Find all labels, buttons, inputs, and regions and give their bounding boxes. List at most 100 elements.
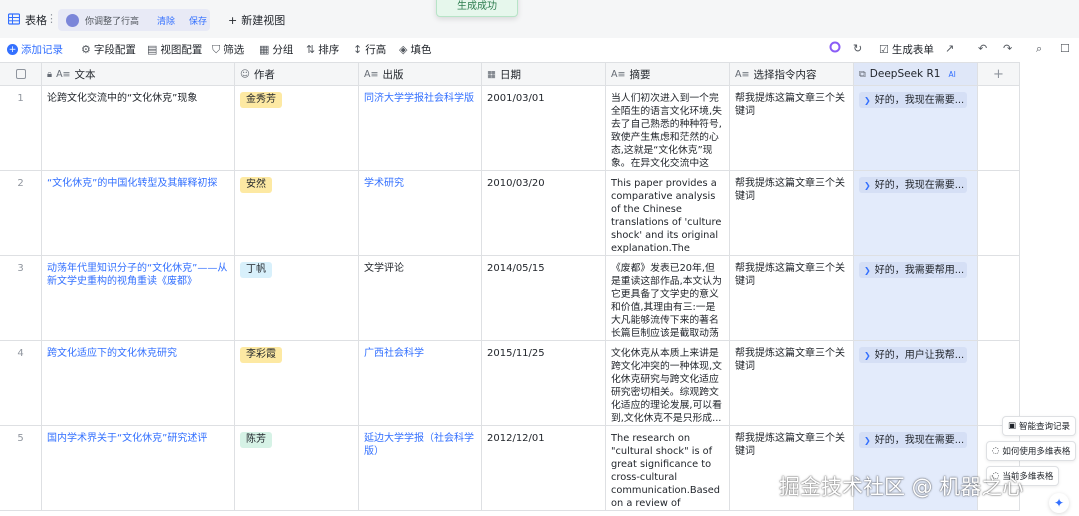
cell-ai[interactable]: ❯ 好的，我需要帮用... bbox=[854, 256, 978, 341]
cell-num[interactable]: 4 bbox=[0, 341, 42, 426]
ai-assistant-icon[interactable] bbox=[829, 41, 841, 56]
cell-publisher[interactable]: 文学评论 bbox=[359, 256, 482, 341]
group-button[interactable]: ▦ 分组 bbox=[259, 42, 293, 57]
add-record-button[interactable]: + 添加记录 bbox=[7, 42, 63, 57]
cell-instruction[interactable]: 帮我提炼这篇文章三个关键词 bbox=[730, 256, 854, 341]
cell-summary[interactable]: 当人们初次进入到一个完全陌生的语言文化环境,失去了自己熟悉的种种符号,致使产生焦… bbox=[606, 86, 730, 171]
change-message: 你调整了行高 bbox=[85, 16, 140, 27]
watermark: 掘金技术社区 @ 机器之心 bbox=[779, 475, 1024, 499]
ai-output-chip[interactable]: ❯ 好的，我需要帮用... bbox=[859, 262, 967, 278]
fill-color-button[interactable]: ◈ 填色 bbox=[399, 42, 431, 57]
ai-output-chip[interactable]: ❯ 好的，我现在需要... bbox=[859, 177, 967, 193]
paint-bucket-icon: ◈ bbox=[399, 43, 408, 56]
cell-title[interactable]: 跨文化适应下的文化休克研究 bbox=[42, 341, 235, 426]
cell-publisher[interactable]: 学术研究 bbox=[359, 171, 482, 256]
ai-output-chip[interactable]: ❯ 好的，我现在需要... bbox=[859, 92, 967, 108]
column-header-author[interactable]: ☺ 作者 bbox=[235, 62, 359, 86]
cell-author[interactable]: 陈芳 bbox=[235, 426, 359, 511]
cell-ai[interactable]: ❯ 好的，我现在需要... bbox=[854, 171, 978, 256]
filter-button[interactable]: ⛉ 筛选 bbox=[212, 42, 244, 57]
cell-ai[interactable]: ❯ 好的，用户让我帮... bbox=[854, 341, 978, 426]
sort-button[interactable]: ⇅ 排序 bbox=[306, 42, 339, 57]
cell-date[interactable]: 2014/05/15 bbox=[482, 256, 606, 341]
field-config-button[interactable]: ⚙ 字段配置 bbox=[81, 42, 136, 57]
row-height-button[interactable]: ↕ 行高 bbox=[353, 42, 386, 57]
summary-value: This paper provides a comparative analys… bbox=[611, 178, 722, 254]
new-view-button[interactable]: + 新建视图 bbox=[228, 12, 285, 28]
cell-instruction[interactable]: 帮我提炼这篇文章三个关键词 bbox=[730, 341, 854, 426]
sparkle-icon[interactable]: ✦ bbox=[1049, 493, 1069, 513]
cell-author[interactable]: 安然 bbox=[235, 171, 359, 256]
search-icon[interactable]: ⌕ bbox=[1036, 42, 1042, 56]
cell-summary[interactable]: 《废都》发表已20年,但是重读这部作品,本文认为它更具备了文学史的意义和价值,其… bbox=[606, 256, 730, 341]
cell-publisher[interactable]: 延边大学学报（社会科学版） bbox=[359, 426, 482, 511]
author-tag: 李彩霞 bbox=[240, 347, 282, 363]
more-icon[interactable]: ⋮ bbox=[46, 12, 57, 25]
cell-num[interactable]: 3 bbox=[0, 256, 42, 341]
cell-date[interactable]: 2015/11/25 bbox=[482, 341, 606, 426]
ai-output-icon: ❯ bbox=[864, 435, 871, 445]
column-header-publisher[interactable]: A≡ 出版 bbox=[359, 62, 482, 86]
cell-summary[interactable]: The research on "cultural shock" is of g… bbox=[606, 426, 730, 511]
cell-num[interactable]: 2 bbox=[0, 171, 42, 256]
change-notice: 你调整了行高 清除 保存 bbox=[58, 9, 210, 31]
cell-instruction[interactable]: 帮我提炼这篇文章三个关键词 bbox=[730, 171, 854, 256]
date-value: 2001/03/01 bbox=[487, 93, 545, 104]
row-height-label: 行高 bbox=[365, 44, 387, 56]
cell-title[interactable]: 论跨文化交流中的“文化休克”现象 bbox=[42, 86, 235, 171]
gear-icon: ⚙ bbox=[81, 43, 91, 56]
how-to-use-button[interactable]: ◌ 如何使用多维表格 bbox=[986, 441, 1077, 461]
table-view-tab[interactable]: 表格 bbox=[4, 9, 51, 31]
select-all-checkbox[interactable] bbox=[0, 62, 42, 86]
instruction-value: 帮我提炼这篇文章三个关键词 bbox=[735, 263, 845, 287]
cell-date[interactable]: 2012/12/01 bbox=[482, 426, 606, 511]
cell-title[interactable]: 国内学术界关于“文化休克”研究述评 bbox=[42, 426, 235, 511]
cell-title[interactable]: “文化休克”的中国化转型及其解释初探 bbox=[42, 171, 235, 256]
cell-num[interactable]: 1 bbox=[0, 86, 42, 171]
column-summary-label: 摘要 bbox=[629, 68, 651, 81]
ai-output-icon: ❯ bbox=[864, 265, 871, 275]
column-author-label: 作者 bbox=[253, 68, 275, 81]
cell-title[interactable]: 动荡年代里知识分子的“文化休克”——从新文学史重构的视角重读《废都》 bbox=[42, 256, 235, 341]
cell-author[interactable]: 丁帆 bbox=[235, 256, 359, 341]
automation-icon[interactable]: ↻ bbox=[853, 42, 862, 55]
person-icon: ☺ bbox=[240, 68, 250, 80]
column-header-summary[interactable]: A≡ 摘要 bbox=[606, 62, 730, 86]
top-bar: 表格 ⋮ 你调整了行高 清除 保存 + 新建视图 生成成功 bbox=[0, 0, 1079, 38]
cell-ai[interactable]: ❯ 好的，我现在需要... bbox=[854, 86, 978, 171]
cell-date[interactable]: 2001/03/01 bbox=[482, 86, 606, 171]
cell-publisher[interactable]: 广西社会科学 bbox=[359, 341, 482, 426]
num-value: 5 bbox=[17, 433, 24, 444]
cell-author[interactable]: 李彩霞 bbox=[235, 341, 359, 426]
smart-query-button[interactable]: ▣ 智能查询记录 bbox=[1002, 416, 1077, 436]
success-toast: 生成成功 bbox=[436, 0, 518, 17]
cell-num[interactable]: 5 bbox=[0, 426, 42, 511]
redo-icon[interactable]: ↷ bbox=[1003, 42, 1012, 55]
title-value: “文化休克”的中国化转型及其解释初探 bbox=[47, 178, 218, 189]
smart-query-label: 智能查询记录 bbox=[1019, 422, 1071, 432]
add-column-button[interactable]: + bbox=[978, 62, 1020, 86]
cell-add bbox=[978, 256, 1020, 341]
clear-button[interactable]: 清除 bbox=[157, 14, 175, 27]
share-icon[interactable]: ↗ bbox=[945, 42, 954, 55]
ai-output-chip[interactable]: ❯ 好的，我现在需要... bbox=[859, 432, 967, 448]
column-header-instruction[interactable]: A≡ 选择指令内容 bbox=[730, 62, 854, 86]
generate-form-button[interactable]: ☑ 生成表单 bbox=[879, 42, 934, 57]
ai-output-chip[interactable]: ❯ 好的，用户让我帮... bbox=[859, 347, 967, 363]
cell-publisher[interactable]: 同济大学学报社会科学版 bbox=[359, 86, 482, 171]
view-config-button[interactable]: ▤ 视图配置 bbox=[147, 42, 202, 57]
plus-icon: + bbox=[228, 13, 238, 27]
column-header-deepseek[interactable]: ⧉ DeepSeek R1 AI bbox=[854, 62, 978, 86]
cell-instruction[interactable]: 帮我提炼这篇文章三个关键词 bbox=[730, 86, 854, 171]
cell-summary[interactable]: This paper provides a comparative analys… bbox=[606, 171, 730, 256]
cell-date[interactable]: 2010/03/20 bbox=[482, 171, 606, 256]
column-header-date[interactable]: ▦ 日期 bbox=[482, 62, 606, 86]
comment-icon[interactable]: ☐ bbox=[1060, 42, 1070, 55]
column-header-text[interactable]: 🔒︎ A≡ 文本 bbox=[42, 62, 235, 86]
cell-summary[interactable]: 文化休克从本质上来讲是跨文化冲突的一种体现,文化休克研究与跨文化适应研究密切相关… bbox=[606, 341, 730, 426]
save-button[interactable]: 保存 bbox=[189, 14, 207, 27]
cell-author[interactable]: 金秀芳 bbox=[235, 86, 359, 171]
calendar-icon: ▦ bbox=[487, 68, 496, 80]
undo-icon[interactable]: ↶ bbox=[978, 42, 987, 55]
row-height-icon: ↕ bbox=[353, 43, 363, 56]
